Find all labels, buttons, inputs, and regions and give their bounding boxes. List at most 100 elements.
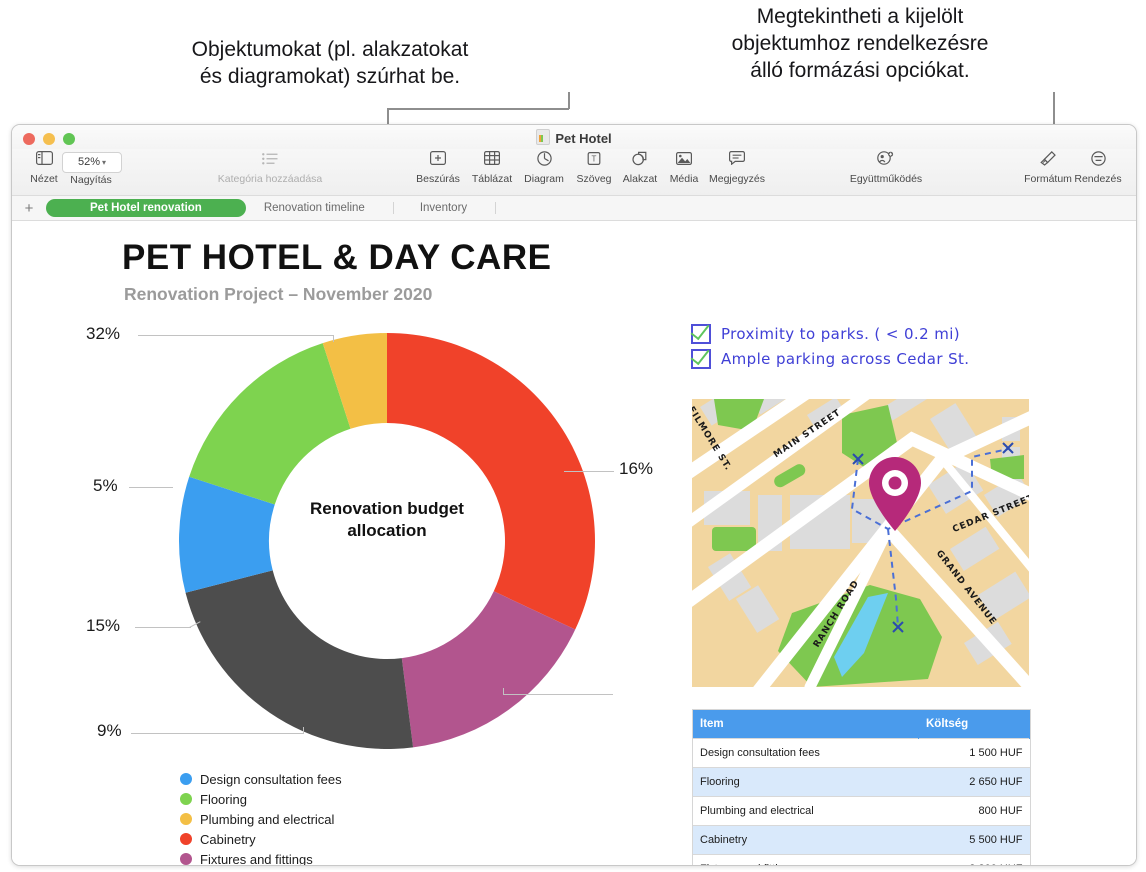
arrange-icon <box>1062 151 1134 173</box>
legend-label: Cabinetry <box>200 831 256 847</box>
leader-fixtures <box>564 471 614 472</box>
sheet-tab-renovation-timeline[interactable]: Renovation timeline <box>248 200 381 216</box>
arrange-label: Rendezés <box>1074 173 1122 185</box>
table-header-cost: Költség <box>918 710 1030 739</box>
sheet-tab-bar: + Pet Hotel renovation Renovation timeli… <box>12 196 1136 221</box>
window-titlebar: Pet Hotel <box>12 125 1136 149</box>
callout-insert-objects: Objektumokat (pl. alakzatokat és diagram… <box>191 38 469 88</box>
checklist-item-parking[interactable]: Ample parking across Cedar St. <box>691 346 969 371</box>
collaborate-label: Együttműködés <box>849 173 923 185</box>
legend-label: Fixtures and fittings <box>200 851 313 866</box>
legend-swatch <box>180 793 192 805</box>
leader-design-tick <box>303 727 304 734</box>
table-row[interactable]: Cabinetry 5 500 HUF <box>693 825 1030 855</box>
table-cell-item: Fixtures and fittings <box>693 854 919 865</box>
zoom-label: Nagyítás <box>70 174 112 186</box>
cost-table[interactable]: Item Költség Design consultation fees 1 … <box>692 709 1031 865</box>
table-cell-item: Design consultation fees <box>693 738 919 768</box>
pct-label-cabinetry: 32% <box>86 324 121 343</box>
leader-cabinetry-tick <box>333 335 334 342</box>
svg-text:T: T <box>592 155 597 164</box>
leader-flooring <box>135 627 191 628</box>
zoom-value: 52% <box>77 156 100 168</box>
tab-separator <box>392 202 394 214</box>
legend-swatch <box>180 833 192 845</box>
table-cell-cost: 1 500 HUF <box>918 738 1030 768</box>
table-cell-cost: 2 650 HUF <box>918 767 1030 797</box>
handwritten-checklist: Proximity to parks. ( < 0.2 mi) Ample pa… <box>691 321 969 371</box>
checklist-item-proximity[interactable]: Proximity to parks. ( < 0.2 mi) <box>691 321 969 346</box>
window-title: Pet Hotel <box>12 129 1136 146</box>
leader-design <box>131 733 304 734</box>
sheet-heading: PET HOTEL & DAY CARE <box>122 238 552 277</box>
arrange-button[interactable]: Rendezés <box>1062 151 1134 185</box>
leader-labor <box>503 694 613 695</box>
table-header-row: Item Költség <box>693 710 1030 739</box>
legend-label: Flooring <box>200 791 247 807</box>
pct-label-flooring: 15% <box>86 616 121 635</box>
callout-left-leader-stem <box>568 92 570 109</box>
toolbar: Nézet 52% ▾ Nagyítás Kategória hozzáadása… <box>12 149 1136 196</box>
map-image[interactable]: FILMORE ST. MAIN STREET CEDAR STREET RAN… <box>692 399 1029 687</box>
callout-left-leader-horizontal <box>387 108 569 110</box>
donut-chart[interactable]: Renovation budget allocation <box>172 326 602 756</box>
donut-slice-cabinetry[interactable] <box>387 333 595 630</box>
zoom-select[interactable]: 52% ▾ <box>62 152 122 173</box>
comment-icon <box>694 151 780 173</box>
table-cell-cost: 5 500 HUF <box>918 825 1030 855</box>
add-sheet-button[interactable]: + <box>12 200 46 217</box>
document-icon <box>536 129 551 145</box>
table-header-item: Item <box>693 710 919 739</box>
donut-center-line1: Renovation budget <box>310 499 464 518</box>
legend-item-design-consultation-fees: Design consultation fees <box>180 769 365 789</box>
leader-labor-tick <box>503 688 504 695</box>
pct-label-plumbing: 5% <box>93 476 118 495</box>
table-row[interactable]: Design consultation fees 1 500 HUF <box>693 738 1030 768</box>
tab-separator <box>495 202 497 214</box>
legend-item-flooring: Flooring <box>180 789 365 809</box>
sheet-canvas[interactable]: PET HOTEL & DAY CARE Renovation Project … <box>12 221 1136 865</box>
checklist-label: Ample parking across Cedar St. <box>721 349 970 368</box>
table-cell-item: Plumbing and electrical <box>693 796 919 826</box>
checkbox-checked-icon[interactable] <box>691 323 711 344</box>
table-row[interactable]: Fixtures and fittings 2 800 HUF <box>693 854 1030 865</box>
add-category-label: Kategória hozzáadása <box>217 173 323 185</box>
legend-swatch <box>180 773 192 785</box>
checkbox-checked-icon[interactable] <box>691 348 711 369</box>
sheet-tab-pet-hotel-renovation[interactable]: Pet Hotel renovation <box>46 199 246 217</box>
add-category-button[interactable]: Kategória hozzáadása <box>200 151 340 185</box>
table-cell-item: Cabinetry <box>693 825 919 855</box>
collaborate-icon <box>830 151 942 173</box>
checklist-label: Proximity to parks. ( < 0.2 mi) <box>721 324 961 343</box>
table-row[interactable]: Plumbing and electrical 800 HUF <box>693 796 1030 826</box>
comment-button[interactable]: Megjegyzés <box>694 151 780 185</box>
table-cell-cost: 800 HUF <box>918 796 1030 826</box>
legend-swatch <box>180 813 192 825</box>
donut-center-line2: allocation <box>347 521 427 540</box>
donut-slice-labor[interactable] <box>185 570 414 749</box>
comment-label: Megjegyzés <box>708 173 766 185</box>
cost-table-grid: Item Költség Design consultation fees 1 … <box>693 710 1030 865</box>
sheet-subheading: Renovation Project – November 2020 <box>124 284 433 304</box>
pct-label-design: 9% <box>97 721 122 740</box>
pct-label-fixtures: 16% <box>619 459 654 478</box>
collaborate-button[interactable]: Együttműködés <box>830 151 942 185</box>
chart-legend: Design consultation fees Flooring Plumbi… <box>180 769 540 866</box>
table-cell-cost: 2 800 HUF <box>918 854 1030 865</box>
sheet-tab-inventory[interactable]: Inventory <box>404 200 483 216</box>
table-row[interactable]: Flooring 2 650 HUF <box>693 767 1030 797</box>
legend-item-fixtures-and-fittings: Fixtures and fittings <box>180 849 365 866</box>
list-icon <box>200 151 340 173</box>
numbers-window: Pet Hotel Nézet 52% ▾ Nagyítás Kategória … <box>11 124 1137 866</box>
donut-center-label: Renovation budget allocation <box>172 498 602 542</box>
chevron-down-icon: ▾ <box>102 158 107 167</box>
leader-plumbing <box>129 487 173 488</box>
leader-cabinetry <box>138 335 334 336</box>
window-title-text: Pet Hotel <box>555 131 612 146</box>
map-graphic <box>692 399 1029 687</box>
donut-slice-flooring[interactable] <box>189 343 351 505</box>
legend-item-plumbing-and-electrical: Plumbing and electrical <box>180 809 365 829</box>
legend-swatch <box>180 853 192 865</box>
callout-format-options: Megtekintheti a kijelölt objektumhoz ren… <box>731 5 989 82</box>
legend-label: Plumbing and electrical <box>200 811 335 827</box>
